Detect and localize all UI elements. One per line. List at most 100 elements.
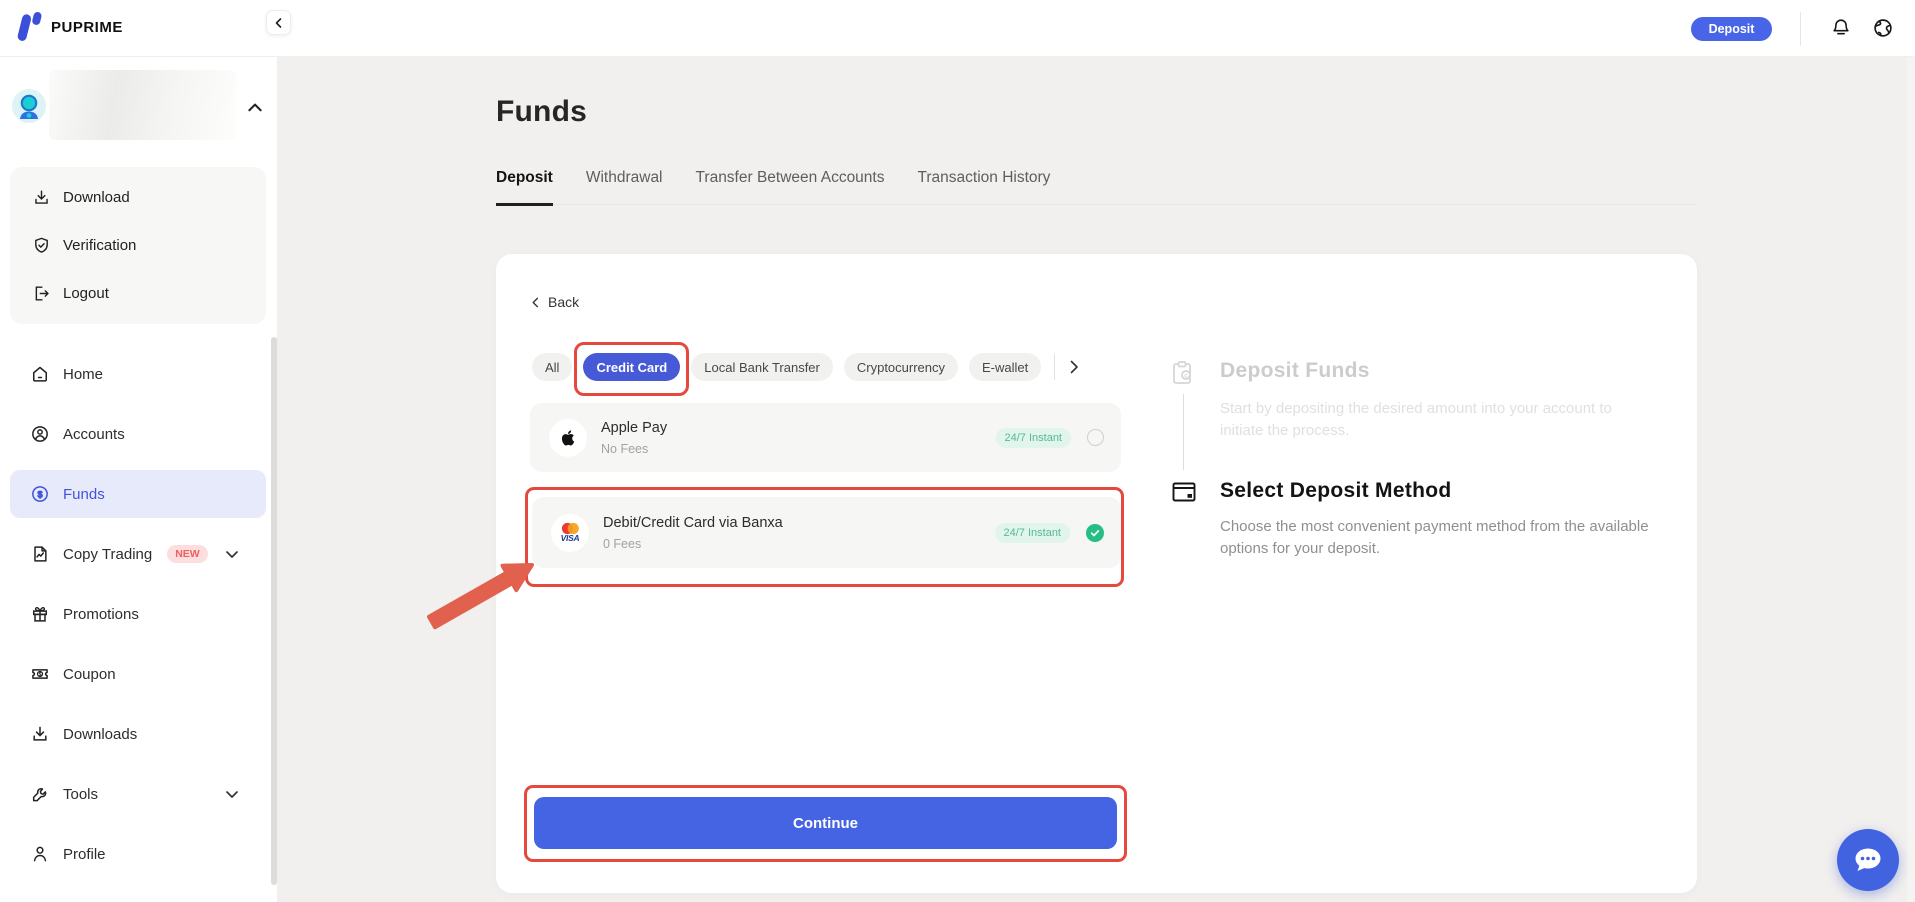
tab-transaction-history[interactable]: Transaction History [917, 169, 1050, 204]
profile-summary[interactable] [0, 70, 278, 140]
continue-button[interactable]: Continue [534, 797, 1117, 849]
filter-chip-cryptocurrency[interactable]: Cryptocurrency [844, 353, 958, 381]
sidebar-item-coupon[interactable]: $ Coupon [0, 644, 278, 704]
gift-icon [30, 604, 50, 624]
menu-item-label: Verification [63, 237, 136, 254]
funds-icon: $ [30, 484, 50, 504]
step-title-select-deposit-method: Select Deposit Method [1220, 479, 1452, 503]
sidebar-item-label: Promotions [63, 606, 139, 623]
sidebar-item-profile[interactable]: Profile [0, 824, 278, 884]
sidebar-item-home[interactable]: Home [0, 344, 278, 404]
chips-scroll-next-button[interactable] [1066, 359, 1082, 375]
mastercard-visa-icon: VISA [551, 514, 589, 552]
sidebar-item-funds[interactable]: $ Funds [10, 470, 266, 518]
method-fees: 0 Fees [603, 537, 995, 551]
chevron-left-icon [530, 297, 541, 308]
chevron-down-icon [224, 546, 240, 562]
filter-chip-e-wallet[interactable]: E-wallet [969, 353, 1041, 381]
topbar: PUPRIME Deposit [0, 0, 1915, 57]
filter-chip-local-bank-transfer[interactable]: Local Bank Transfer [691, 353, 833, 381]
profile-icon [30, 844, 50, 864]
deposit-funds-step-icon: c [1171, 360, 1195, 386]
topbar-deposit-button[interactable]: Deposit [1691, 17, 1772, 41]
new-badge: NEW [167, 545, 208, 563]
menu-item-logout[interactable]: Logout [10, 269, 266, 317]
shield-check-icon [32, 236, 51, 255]
method-name: Apple Pay [601, 420, 996, 436]
tab-transfer-between-accounts[interactable]: Transfer Between Accounts [696, 169, 885, 204]
apple-pay-icon [549, 419, 587, 457]
avatar [12, 89, 46, 123]
account-menu: Download Verification Logout [10, 167, 266, 324]
chevron-right-icon [1066, 359, 1082, 375]
sidebar-item-label: Copy Trading [63, 546, 152, 563]
back-button[interactable]: Back [530, 294, 579, 310]
main-content: Funds Deposit Withdrawal Transfer Betwee… [278, 57, 1915, 902]
tab-bar: Deposit Withdrawal Transfer Between Acco… [496, 169, 1697, 205]
topbar-divider [1800, 12, 1801, 46]
chat-bubble-icon [1851, 845, 1885, 875]
sidebar-item-copy-trading[interactable]: Copy Trading NEW [0, 524, 278, 584]
chevron-down-icon [224, 786, 240, 802]
download-icon [32, 188, 51, 207]
step-description-select-deposit-method: Choose the most convenient payment metho… [1220, 516, 1654, 560]
deposit-panel: Back All Credit Card Local Bank Transfer… [496, 254, 1697, 893]
payment-filter-chips: All Credit Card Local Bank Transfer Cryp… [532, 353, 1082, 381]
notifications-button[interactable] [1829, 17, 1853, 41]
filter-chip-all[interactable]: All [532, 353, 572, 381]
svg-text:$: $ [37, 489, 42, 499]
method-radio-unselected[interactable] [1087, 429, 1104, 446]
tab-deposit[interactable]: Deposit [496, 169, 553, 206]
globe-icon [1872, 17, 1894, 39]
sidebar-nav: Home Accounts $ Funds Copy Trading NEW [0, 344, 278, 884]
copy-trading-icon [30, 544, 50, 564]
bell-icon [1830, 17, 1852, 39]
sidebar-item-tools[interactable]: Tools [0, 764, 278, 824]
select-method-step-icon [1171, 480, 1197, 504]
method-apple-pay[interactable]: Apple Pay No Fees 24/7 Instant [530, 403, 1121, 472]
chevron-up-icon[interactable] [246, 99, 264, 117]
page-title: Funds [496, 95, 587, 129]
method-info: Debit/Credit Card via Banxa 0 Fees [603, 515, 995, 551]
sidebar-item-promotions[interactable]: Promotions [0, 584, 278, 644]
sidebar-collapse-button[interactable] [266, 10, 291, 35]
step-title-deposit-funds: Deposit Funds [1220, 359, 1370, 383]
logout-icon [32, 284, 51, 303]
method-fees: No Fees [601, 442, 996, 456]
sidebar-item-downloads[interactable]: Downloads [0, 704, 278, 764]
sidebar-item-label: Accounts [63, 426, 125, 443]
sidebar-item-accounts[interactable]: Accounts [0, 404, 278, 464]
step-description-deposit-funds: Start by depositing the desired amount i… [1220, 398, 1644, 442]
chips-divider [1054, 354, 1055, 380]
menu-item-download[interactable]: Download [10, 173, 266, 221]
sidebar-item-label: Funds [63, 486, 105, 503]
brand-logo: PUPRIME [14, 11, 123, 43]
filter-chip-credit-card[interactable]: Credit Card [583, 353, 680, 381]
account-name-redacted [49, 70, 236, 140]
sidebar-item-label: Home [63, 366, 103, 383]
puprime-logo-icon [14, 11, 44, 43]
filter-chip-credit-card-highlight: Credit Card [583, 353, 680, 381]
page-scrollbar-track[interactable] [1907, 57, 1915, 902]
menu-item-verification[interactable]: Verification [10, 221, 266, 269]
coupon-icon: $ [30, 664, 50, 684]
check-icon [1090, 528, 1100, 538]
method-radio-selected[interactable] [1086, 524, 1104, 542]
method-info: Apple Pay No Fees [601, 420, 996, 456]
sidebar-item-label: Coupon [63, 666, 116, 683]
visa-wordmark: VISA [561, 533, 580, 543]
availability-badge: 24/7 Instant [996, 428, 1072, 448]
menu-item-label: Download [63, 189, 130, 206]
robot-avatar-icon [12, 89, 46, 123]
app-window: PUPRIME Deposit [0, 0, 1915, 902]
language-button[interactable] [1871, 17, 1895, 41]
sidebar-scrollbar[interactable] [271, 337, 277, 885]
downloads-icon [30, 724, 50, 744]
svg-text:$: $ [39, 672, 42, 678]
sidebar-item-label: Profile [63, 846, 106, 863]
live-chat-button[interactable] [1837, 829, 1899, 891]
sidebar-item-label: Tools [63, 786, 98, 803]
step-connector-line [1183, 394, 1184, 470]
method-debit-credit-card-banxa[interactable]: VISA Debit/Credit Card via Banxa 0 Fees … [532, 497, 1121, 568]
tab-withdrawal[interactable]: Withdrawal [586, 169, 663, 204]
